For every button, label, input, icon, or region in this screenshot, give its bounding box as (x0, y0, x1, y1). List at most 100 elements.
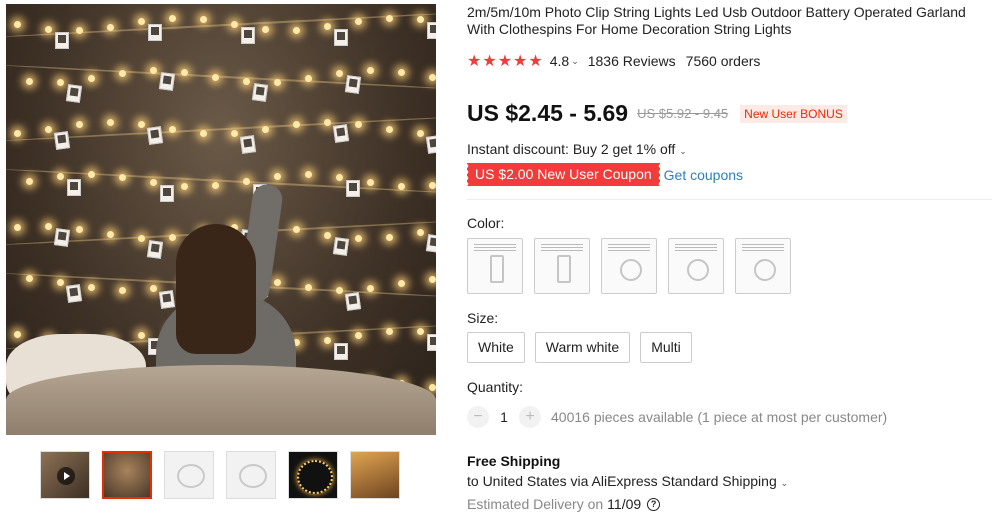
color-swatch-5[interactable] (735, 238, 791, 294)
light-bulb (88, 283, 95, 291)
clipped-photo (251, 83, 269, 102)
estimated-delivery: Estimated Delivery on 11/09 ? (467, 496, 661, 512)
size-options: White Warm white Multi (467, 332, 692, 363)
light-bulb (26, 78, 33, 86)
rating-score[interactable]: 4.8 (550, 53, 569, 69)
thumbnail-2[interactable] (102, 451, 152, 499)
clipped-photo (158, 72, 176, 91)
quantity-value[interactable]: 1 (489, 409, 519, 425)
light-bulb (119, 69, 126, 77)
light-bulb (212, 73, 219, 81)
color-swatch-2[interactable] (534, 238, 590, 294)
light-bulb (324, 23, 331, 31)
clipped-photo (334, 342, 348, 360)
clipped-photo (344, 292, 362, 311)
light-bulb (45, 126, 52, 134)
light-bulb (119, 173, 126, 181)
thumbnail-4[interactable] (226, 451, 276, 499)
light-bulb (355, 121, 362, 129)
price-row: US $2.45 - 5.69 US $5.92 - 9.45 New User… (467, 100, 847, 127)
light-bulb (324, 119, 331, 126)
instant-discount[interactable]: Instant discount: Buy 2 get 1% off ⌄ (467, 141, 687, 157)
clipped-photo (425, 234, 436, 253)
light-bulb (262, 25, 269, 33)
shipping-method[interactable]: to United States via AliExpress Standard… (467, 473, 788, 489)
light-bulb (429, 275, 436, 283)
light-bulb (138, 18, 145, 26)
size-multi-button[interactable]: Multi (640, 332, 692, 363)
light-bulb (107, 23, 114, 31)
light-bulb (200, 16, 207, 24)
thumbnail-6[interactable] (350, 451, 400, 499)
size-white-button[interactable]: White (467, 332, 525, 363)
clipped-photo (346, 179, 360, 197)
light-bulb (138, 331, 145, 339)
color-swatch-4[interactable] (668, 238, 724, 294)
thumbnail-3[interactable] (164, 451, 214, 499)
light-bulb (367, 178, 374, 186)
new-user-coupon[interactable]: US $2.00 New User Coupon (466, 163, 660, 186)
instant-discount-text: Instant discount: Buy 2 get 1% off (467, 141, 676, 157)
rating-row: ★★★★★ 4.8 ⌄ 1836 Reviews 7560 orders (467, 51, 760, 71)
clipped-photo (334, 29, 348, 47)
light-bulb (429, 73, 436, 81)
increase-quantity-button[interactable]: + (519, 406, 541, 428)
color-label: Color: (467, 215, 505, 231)
light-bulb (45, 25, 52, 33)
clipped-photo (425, 135, 436, 155)
light-bulb (274, 78, 281, 86)
color-swatch-3[interactable] (601, 238, 657, 294)
thumbnail-5[interactable] (288, 451, 338, 499)
quantity-label: Quantity: (467, 379, 524, 395)
reviews-count[interactable]: 1836 Reviews (588, 53, 676, 69)
light-bulb (417, 16, 424, 24)
light-bulb (324, 336, 331, 344)
light-wire (6, 115, 436, 143)
main-product-image[interactable] (6, 4, 436, 435)
light-bulb (336, 286, 343, 294)
decrease-quantity-button[interactable]: − (467, 406, 489, 428)
size-warm-white-button[interactable]: Warm white (534, 332, 631, 363)
light-bulb (107, 119, 114, 126)
light-bulb (293, 26, 300, 34)
help-icon[interactable]: ? (647, 497, 661, 511)
clipped-photo (65, 283, 83, 303)
thumbnail-strip (40, 451, 400, 499)
clipped-photo (332, 124, 350, 143)
light-bulb (76, 226, 83, 234)
light-bulb (386, 233, 393, 241)
light-bulb (169, 15, 176, 23)
light-bulb (293, 121, 300, 129)
light-bulb (305, 74, 312, 82)
chevron-down-icon[interactable]: ⌄ (571, 56, 579, 67)
light-bulb (14, 130, 21, 138)
get-coupons-link[interactable]: Get coupons (664, 167, 743, 183)
chevron-down-icon[interactable]: ⌄ (679, 146, 687, 156)
light-bulb (45, 223, 52, 231)
light-bulb (417, 229, 424, 237)
thumbnail-video[interactable] (40, 451, 90, 499)
light-bulb (274, 172, 281, 180)
play-icon[interactable] (57, 467, 75, 485)
light-bulb (336, 69, 343, 77)
color-swatch-1[interactable] (467, 238, 523, 294)
light-bulb (262, 126, 269, 134)
light-bulb (355, 331, 362, 339)
delivery-label: Estimated Delivery on (467, 496, 604, 512)
light-bulb (355, 18, 362, 26)
light-bulb (14, 331, 21, 339)
light-bulb (138, 121, 145, 129)
chevron-down-icon[interactable]: ⌄ (781, 478, 789, 488)
light-bulb (243, 78, 250, 86)
light-bulb (150, 178, 157, 186)
light-bulb (14, 21, 21, 28)
light-bulb (57, 78, 64, 86)
free-shipping-title: Free Shipping (467, 453, 561, 469)
delivery-date: 11/09 (607, 496, 642, 512)
clipped-photo (241, 27, 255, 45)
light-bulb (26, 275, 33, 283)
light-bulb (76, 121, 83, 129)
light-bulb (200, 130, 207, 138)
blanket-decor (6, 365, 436, 435)
light-bulb (119, 286, 126, 294)
